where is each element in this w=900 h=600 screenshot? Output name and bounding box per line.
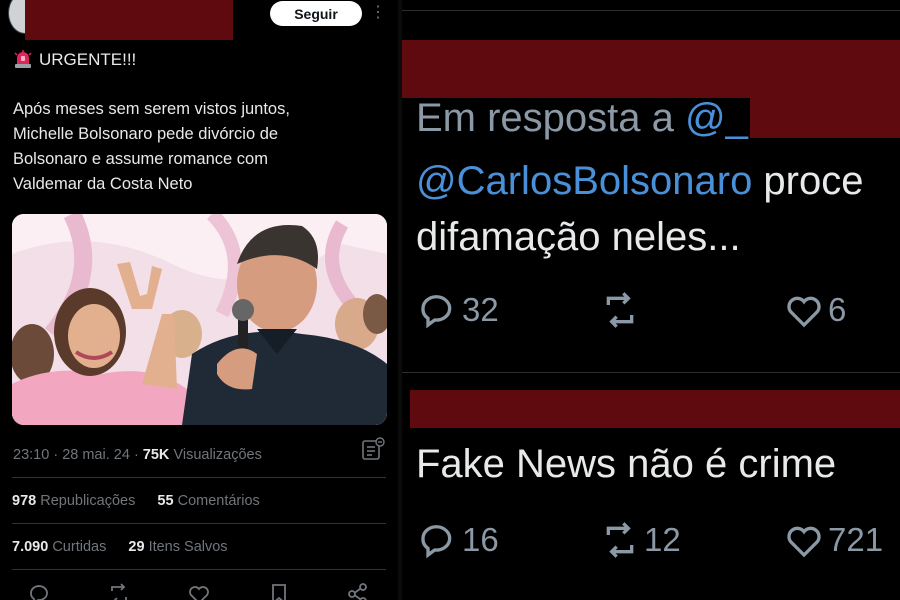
photo-illustration	[12, 214, 387, 425]
reposts-count[interactable]: 978	[12, 493, 36, 509]
urgent-line: URGENTE!!!	[13, 48, 136, 72]
meta-separator: ·	[53, 447, 63, 463]
reply-count: 16	[462, 521, 499, 558]
reposts-comments-row: 978 Republicações 55 Comentários	[12, 492, 260, 510]
like-icon	[787, 526, 821, 558]
repost-count: 12	[644, 521, 681, 558]
right-screenshots-panel: Em resposta a @_ @CarlosBolsonaro proce …	[402, 0, 900, 600]
like-icon	[787, 296, 821, 328]
redacted-handle	[750, 98, 900, 138]
like-action[interactable]: 6	[784, 290, 846, 330]
tweet-photo[interactable]	[12, 214, 387, 425]
reply-icon	[421, 525, 452, 559]
reply-icon[interactable]	[28, 582, 52, 600]
divider	[402, 372, 900, 373]
likes-count[interactable]: 7.090	[12, 539, 48, 555]
repost-icon[interactable]	[107, 582, 131, 600]
tweet-meta: 23:10 · 28 mai. 24 · 75K Visualizações	[13, 446, 262, 464]
repost-icon	[606, 522, 634, 558]
reposts-label[interactable]: Republicações	[40, 493, 135, 509]
redacted-header	[410, 390, 900, 428]
views-label: Visualizações	[173, 447, 262, 463]
like-count: 6	[828, 291, 847, 328]
bookmark-icon[interactable]	[267, 582, 291, 600]
reply-icon	[421, 295, 452, 329]
divider	[12, 569, 386, 570]
comments-label[interactable]: Comentários	[178, 493, 260, 509]
divider	[12, 477, 386, 478]
divider	[12, 523, 386, 524]
reply-handle[interactable]: @_	[685, 96, 748, 140]
likes-label[interactable]: Curtidas	[52, 539, 106, 555]
left-tweet-panel: Seguir ⋮ URGENTE!!! Após meses sem serem…	[0, 0, 398, 600]
tweet-date: 28 mai. 24	[62, 447, 130, 463]
views-count: 75K	[142, 447, 170, 463]
like-count: 721	[828, 521, 884, 558]
follow-button[interactable]: Seguir	[270, 1, 362, 26]
more-options-icon[interactable]: ⋮	[370, 2, 386, 24]
tweet-text-line: Michelle Bolsonaro pede divórcio de	[13, 125, 279, 143]
redacted-header	[402, 40, 900, 98]
reply-action[interactable]: 32	[418, 290, 499, 330]
reply-action[interactable]: 16	[418, 520, 499, 560]
repost-action[interactable]	[600, 290, 644, 330]
reply-context: Em resposta a @_	[416, 94, 748, 142]
redacted-username	[25, 0, 233, 40]
tweet-text-line: Bolsonaro e assume romance com	[13, 150, 268, 168]
repost-action[interactable]: 12	[600, 520, 681, 560]
saves-count[interactable]: 29	[128, 539, 144, 555]
meta-separator: ·	[133, 447, 143, 463]
repost-icon	[606, 292, 634, 328]
siren-icon	[14, 50, 32, 68]
tweet-body: Após meses sem serem vistos juntos, Mich…	[13, 97, 383, 197]
tweet-time: 23:10	[13, 447, 50, 463]
like-action[interactable]: 721	[784, 520, 883, 560]
share-icon[interactable]	[346, 582, 370, 600]
reply-text-line-1: @CarlosBolsonaro proce	[416, 157, 863, 205]
bottom-reply-text: Fake News não é crime	[416, 442, 837, 486]
divider	[402, 10, 900, 11]
likes-saves-row: 7.090 Curtidas 29 Itens Salvos	[12, 538, 228, 556]
reply-count: 32	[462, 291, 499, 328]
tweet-text-line: Após meses sem serem vistos juntos,	[13, 100, 290, 118]
analytics-icon[interactable]	[361, 437, 385, 461]
reply-prefix: Em resposta a	[416, 96, 686, 140]
reply-text-rest: proce	[752, 159, 864, 203]
saves-label[interactable]: Itens Salvos	[149, 539, 228, 555]
like-icon[interactable]	[187, 582, 211, 600]
mention-link[interactable]: @CarlosBolsonaro	[416, 159, 752, 203]
comments-count[interactable]: 55	[157, 493, 173, 509]
urgent-text: URGENTE!!!	[39, 50, 137, 69]
tweet-text-line: Valdemar da Costa Neto	[13, 175, 193, 193]
reply-text-line-2: difamação neles...	[416, 215, 741, 259]
